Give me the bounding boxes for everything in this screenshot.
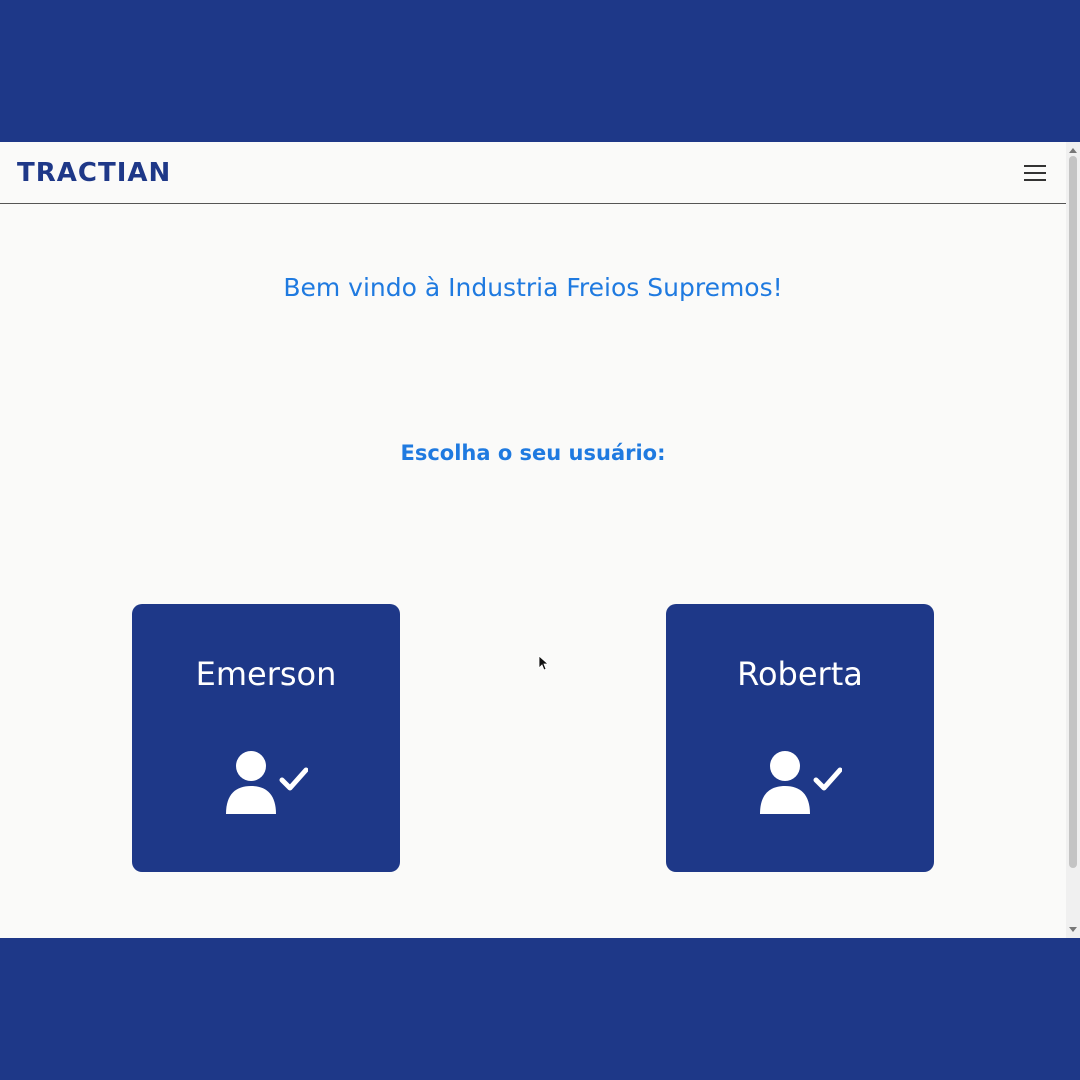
scrollbar-thumb[interactable] (1069, 156, 1077, 868)
choose-user-prompt: Escolha o seu usuário: (400, 441, 666, 465)
scroll-up-arrow-icon[interactable] (1069, 148, 1077, 153)
hamburger-menu-icon[interactable] (1020, 160, 1050, 186)
user-check-icon (760, 751, 842, 814)
browser-viewport: TRACTIAN Bem vindo à Industria Freios Su… (0, 142, 1080, 938)
user-card-name: Emerson (195, 655, 337, 693)
user-card-roberta[interactable]: Roberta (666, 604, 934, 872)
vertical-scrollbar[interactable] (1066, 142, 1080, 938)
user-check-icon (226, 751, 308, 814)
scroll-down-arrow-icon[interactable] (1069, 927, 1077, 932)
navbar: TRACTIAN (0, 142, 1066, 204)
welcome-heading: Bem vindo à Industria Freios Supremos! (283, 273, 783, 302)
user-card-name: Roberta (737, 655, 863, 693)
tractian-logo[interactable]: TRACTIAN (17, 156, 171, 190)
mouse-cursor-icon (538, 655, 548, 671)
user-card-emerson[interactable]: Emerson (132, 604, 400, 872)
